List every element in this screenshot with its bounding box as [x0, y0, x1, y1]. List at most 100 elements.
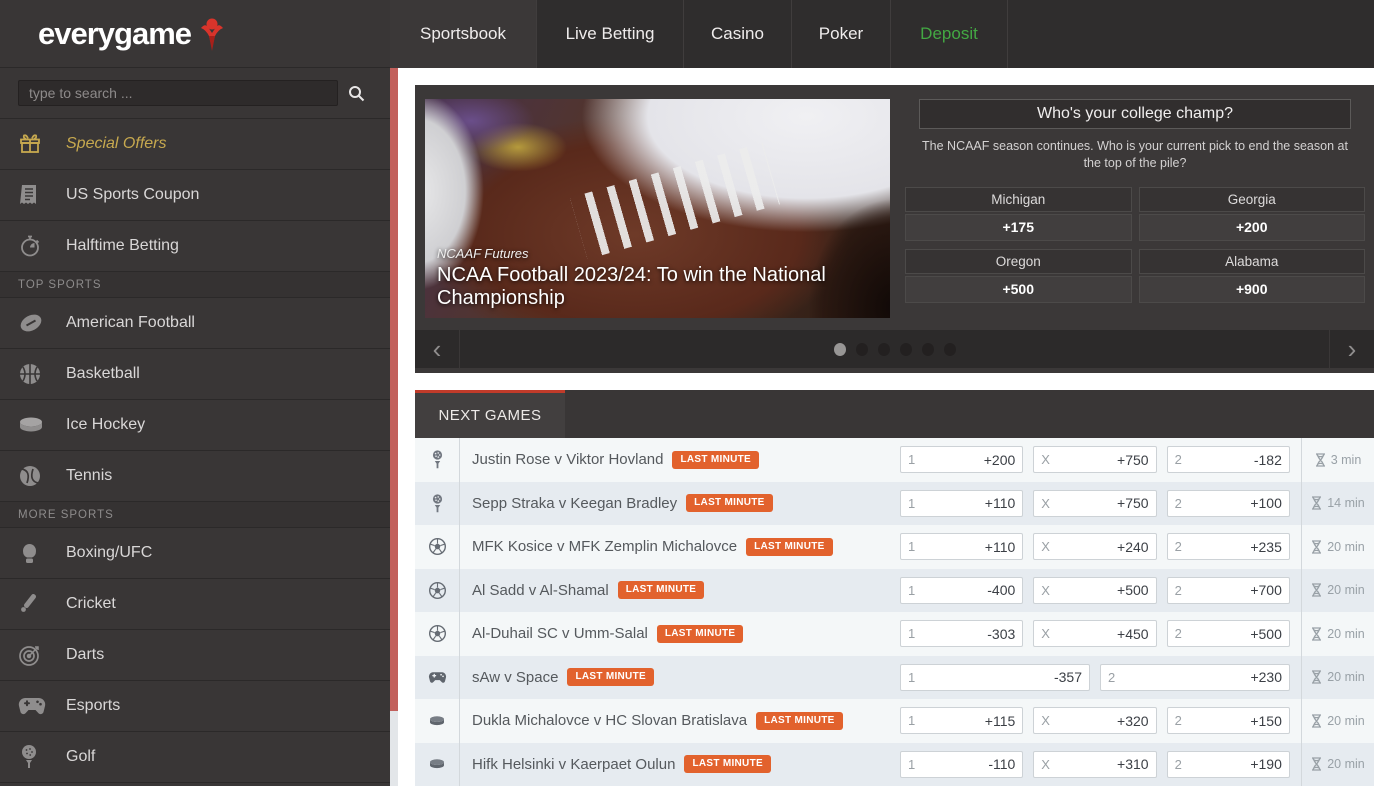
table-row: Justin Rose v Viktor Hovland LAST MINUTE…	[415, 438, 1374, 482]
match-link[interactable]: Sepp Straka v Keegan Bradley LAST MINUTE	[460, 494, 895, 512]
odds-label: 2	[1175, 496, 1182, 511]
sidebar-item-american-football[interactable]: American Football	[0, 298, 390, 349]
time-text: 3 min	[1331, 453, 1362, 467]
coupon-icon	[18, 182, 52, 208]
hockey-puck-icon	[18, 412, 52, 438]
odds-value: -357	[1054, 669, 1082, 685]
carousel-dot[interactable]	[856, 343, 868, 356]
odds-button[interactable]: X+750	[1033, 446, 1156, 473]
carousel-dot[interactable]	[878, 343, 890, 356]
carousel-dot[interactable]	[922, 343, 934, 356]
odds-button[interactable]: 2+230	[1100, 664, 1290, 691]
time-text: 20 min	[1327, 583, 1365, 597]
tab-sportsbook[interactable]: Sportsbook	[390, 0, 537, 68]
sidebar-item-boxing-ufc[interactable]: Boxing/UFC	[0, 528, 390, 579]
time-text: 20 min	[1327, 627, 1365, 641]
tab-next-games[interactable]: NEXT GAMES	[415, 390, 565, 438]
match-link[interactable]: Justin Rose v Viktor Hovland LAST MINUTE	[460, 451, 895, 469]
match-link[interactable]: sAw v Space LAST MINUTE	[460, 668, 895, 686]
match-name: Dukla Michalovce v HC Slovan Bratislava	[472, 712, 747, 729]
next-games-table: Justin Rose v Viktor Hovland LAST MINUTE…	[415, 438, 1374, 786]
sidebar-scrollbar-thumb[interactable]	[390, 68, 398, 711]
logo[interactable]: everygame	[0, 0, 390, 68]
team-odds-button[interactable]: +200	[1139, 214, 1366, 241]
sidebar-item-us-sports-coupon[interactable]: US Sports Coupon	[0, 170, 390, 221]
sidebar-item-cricket[interactable]: Cricket	[0, 579, 390, 630]
odds-button[interactable]: X+750	[1033, 490, 1156, 517]
match-link[interactable]: Al-Duhail SC v Umm-Salal LAST MINUTE	[460, 625, 895, 643]
carousel-dot[interactable]	[900, 343, 912, 356]
odds-button[interactable]: 2+150	[1167, 707, 1290, 734]
match-link[interactable]: Al Sadd v Al-Shamal LAST MINUTE	[460, 581, 895, 599]
odds-group: 1+115 X+320 2+150	[895, 707, 1301, 734]
odds-button[interactable]: 1+110	[900, 490, 1023, 517]
match-link[interactable]: Hifk Helsinki v Kaerpaet Oulun LAST MINU…	[460, 755, 895, 773]
odds-label: 1	[908, 626, 915, 641]
sidebar-section-top-sports: TOP SPORTS	[0, 272, 390, 298]
carousel-dot[interactable]	[944, 343, 956, 356]
sidebar-item-darts[interactable]: Darts	[0, 630, 390, 681]
match-name: Al Sadd v Al-Shamal	[472, 582, 609, 599]
sidebar-item-golf[interactable]: Golf	[0, 732, 390, 783]
odds-button[interactable]: X+310	[1033, 751, 1156, 778]
darts-target-icon	[18, 642, 52, 668]
sidebar-item-esports[interactable]: Esports	[0, 681, 390, 732]
golf-ball-icon	[18, 744, 52, 770]
promo-team: Oregon +500	[905, 249, 1132, 303]
odds-button[interactable]: 2-182	[1167, 446, 1290, 473]
odds-group: 1-400 X+500 2+700	[895, 577, 1301, 604]
odds-button[interactable]: 1+200	[900, 446, 1023, 473]
search-icon[interactable]	[338, 80, 374, 106]
odds-button[interactable]: X+240	[1033, 533, 1156, 560]
sidebar-item-ice-hockey[interactable]: Ice Hockey	[0, 400, 390, 451]
cricket-bat-icon	[18, 591, 52, 617]
sidebar-item-basketball[interactable]: Basketball	[0, 349, 390, 400]
tab-poker[interactable]: Poker	[792, 0, 891, 68]
sidebar-item-halftime-betting[interactable]: Halftime Betting	[0, 221, 390, 272]
odds-button[interactable]: 1-303	[900, 620, 1023, 647]
odds-button[interactable]: 1+110	[900, 533, 1023, 560]
team-odds-button[interactable]: +175	[905, 214, 1132, 241]
odds-button[interactable]: 2+100	[1167, 490, 1290, 517]
promo-team: Georgia +200	[1139, 187, 1366, 241]
odds-button[interactable]: 2+190	[1167, 751, 1290, 778]
sidebar-item-special-offers[interactable]: Special Offers	[0, 119, 390, 170]
odds-label: 1	[908, 539, 915, 554]
odds-group: 1+110 X+240 2+235	[895, 533, 1301, 560]
sidebar-item-tennis[interactable]: Tennis	[0, 451, 390, 502]
tennis-ball-icon	[18, 463, 52, 489]
team-odds-button[interactable]: +900	[1139, 276, 1366, 303]
gift-icon	[18, 131, 52, 157]
team-odds-button[interactable]: +500	[905, 276, 1132, 303]
odds-button[interactable]: 2+235	[1167, 533, 1290, 560]
match-link[interactable]: Dukla Michalovce v HC Slovan Bratislava …	[460, 712, 895, 730]
banner-image[interactable]: NCAAF Futures NCAA Football 2023/24: To …	[425, 99, 890, 318]
table-row: Sepp Straka v Keegan Bradley LAST MINUTE…	[415, 482, 1374, 526]
carousel-next-icon[interactable]: ›	[1329, 330, 1374, 368]
odds-button[interactable]: 1-357	[900, 664, 1090, 691]
tab-deposit[interactable]: Deposit	[891, 0, 1008, 68]
odds-button[interactable]: 1-110	[900, 751, 1023, 778]
carousel-dot[interactable]	[834, 343, 846, 356]
sidebar-scrollbar[interactable]	[390, 68, 398, 786]
search-input[interactable]	[18, 80, 338, 106]
sidebar-item-label: Boxing/UFC	[66, 544, 152, 562]
carousel-prev-icon[interactable]: ‹	[415, 330, 460, 368]
odds-button[interactable]: X+320	[1033, 707, 1156, 734]
match-link[interactable]: MFK Kosice v MFK Zemplin Michalovce LAST…	[460, 538, 895, 556]
odds-value: -400	[987, 582, 1015, 598]
odds-value: +500	[1117, 582, 1149, 598]
top-nav: Sportsbook Live Betting Casino Poker Dep…	[390, 0, 1374, 68]
tab-casino[interactable]: Casino	[684, 0, 792, 68]
odds-button[interactable]: 1-400	[900, 577, 1023, 604]
odds-label: X	[1041, 757, 1050, 772]
match-name: MFK Kosice v MFK Zemplin Michalovce	[472, 538, 737, 555]
tab-live-betting[interactable]: Live Betting	[537, 0, 684, 68]
odds-button[interactable]: 2+700	[1167, 577, 1290, 604]
odds-group: 1+110 X+750 2+100	[895, 490, 1301, 517]
odds-button[interactable]: 1+115	[900, 707, 1023, 734]
odds-button[interactable]: 2+500	[1167, 620, 1290, 647]
hockey-icon	[428, 757, 446, 771]
odds-button[interactable]: X+450	[1033, 620, 1156, 647]
odds-button[interactable]: X+500	[1033, 577, 1156, 604]
